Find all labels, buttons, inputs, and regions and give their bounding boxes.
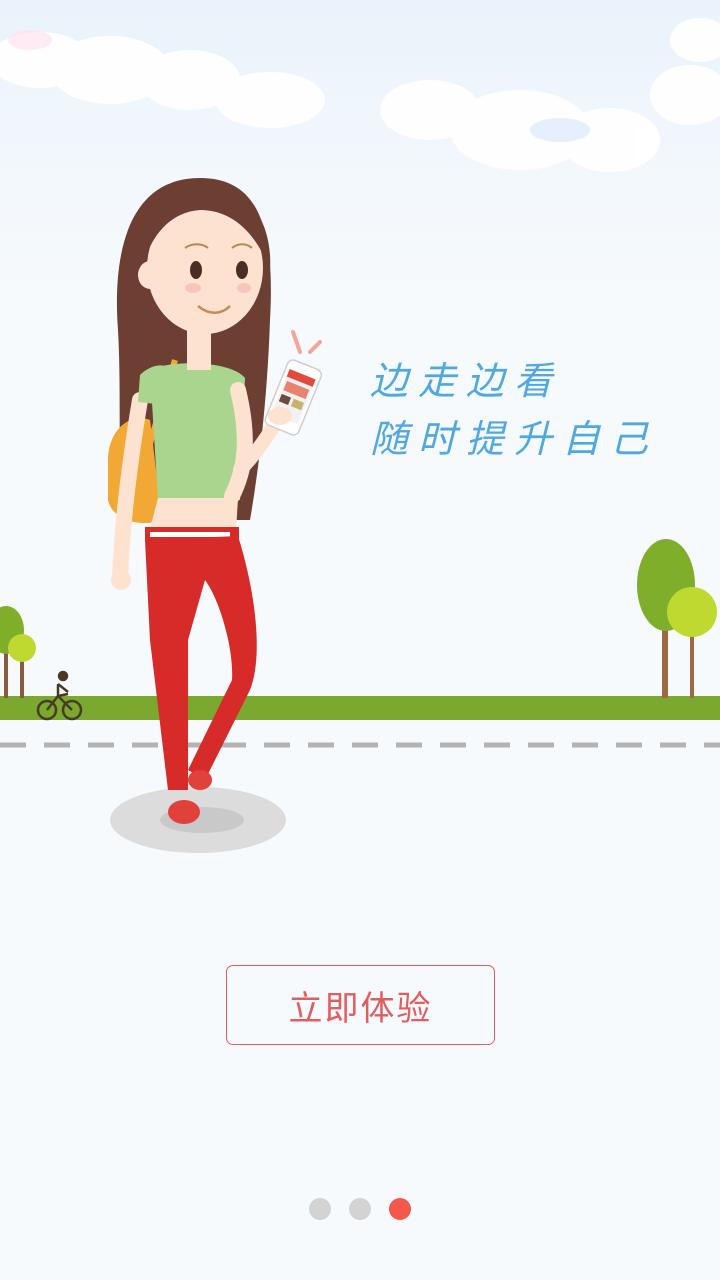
onboarding-screen: 边走边看 随时提升自己 立即体验 <box>0 0 720 1280</box>
left-trees <box>0 606 36 698</box>
slogan-text: 边走边看 随时提升自己 <box>370 352 700 468</box>
try-now-button[interactable]: 立即体验 <box>226 965 495 1045</box>
right-trees <box>637 539 717 698</box>
phone-illustration <box>264 359 323 436</box>
grass-strip <box>0 696 720 720</box>
page-indicator <box>309 1198 411 1220</box>
page-indicator-dot-1[interactable] <box>309 1198 331 1220</box>
page-indicator-dot-3-active[interactable] <box>389 1198 411 1220</box>
clouds <box>0 18 720 172</box>
page-indicator-dot-2[interactable] <box>349 1198 371 1220</box>
slogan-line-1: 边走边看 <box>370 359 563 403</box>
slogan-line-2: 随时提升自己 <box>370 417 659 461</box>
